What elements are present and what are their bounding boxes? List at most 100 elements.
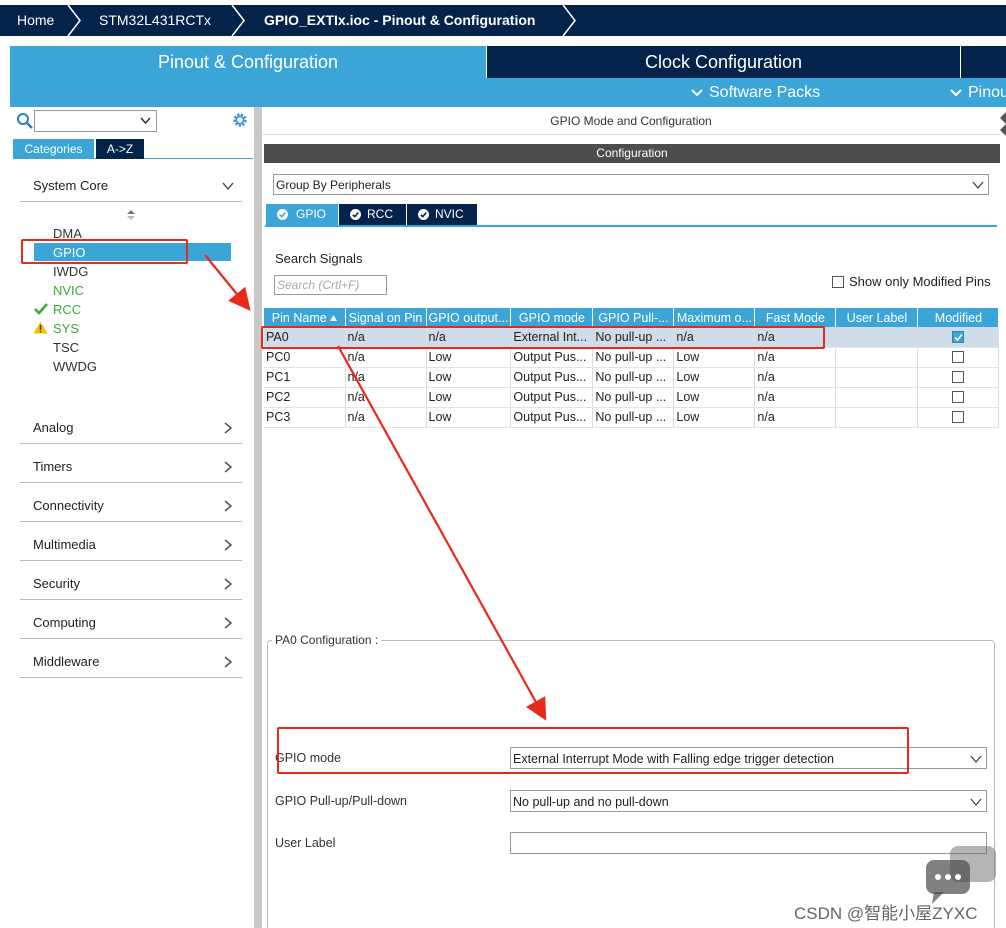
cell-pin: PC2 <box>264 387 346 408</box>
cubemx-window: Home STM32L431RCTx GPIO_EXTIx.ioc - Pino… <box>0 0 1006 928</box>
sort-asc-icon <box>329 314 337 321</box>
cell-mode: Output Pus... <box>510 407 594 428</box>
table-row[interactable]: PC2 n/a Low Output Pus... No pull-up ...… <box>264 387 1000 408</box>
section-multimedia[interactable]: Multimedia <box>20 531 242 561</box>
table-row[interactable]: PC1 n/a Low Output Pus... No pull-up ...… <box>264 367 1000 388</box>
cell-label <box>835 387 919 408</box>
user-label-input[interactable] <box>510 832 987 854</box>
item-tsc[interactable]: TSC <box>53 340 79 355</box>
tab-project-manager[interactable] <box>960 46 1006 78</box>
chevron-right-icon <box>224 461 233 473</box>
modified-checkbox[interactable] <box>952 371 965 383</box>
tab-clock-configuration[interactable]: Clock Configuration <box>486 46 960 78</box>
section-connectivity[interactable]: Connectivity <box>20 492 242 522</box>
col-gpio-mode[interactable]: GPIO mode <box>510 308 594 327</box>
search-icon <box>17 113 33 129</box>
section-middleware[interactable]: Middleware <box>20 648 242 678</box>
table-row[interactable]: PC3 n/a Low Output Pus... No pull-up ...… <box>264 407 1000 428</box>
pinout-menu[interactable]: Pinout <box>950 78 1006 107</box>
tab-rcc-label: RCC <box>367 207 393 221</box>
highlight-gpio-box <box>21 239 188 264</box>
col-pin-name-label: Pin Name <box>271 310 327 325</box>
cell-label <box>835 407 919 428</box>
cell-modified <box>917 407 1000 428</box>
pin-config-legend: PA0 Configuration : <box>272 633 382 647</box>
tab-rcc[interactable]: RCC <box>339 204 406 225</box>
configuration-bar: Configuration <box>264 144 1000 163</box>
mode-config-title: GPIO Mode and Configuration <box>550 114 712 128</box>
section-middleware-label: Middleware <box>33 654 100 669</box>
cell-fast: n/a <box>754 387 837 408</box>
cell-output: Low <box>426 347 512 368</box>
cell-mode: Output Pus... <box>510 347 594 368</box>
chevron-right-icon <box>224 578 233 590</box>
modified-checkbox[interactable] <box>952 351 965 363</box>
section-system-core-label: System Core <box>33 178 109 193</box>
col-maximum-output[interactable]: Maximum o... <box>673 308 756 327</box>
col-user-label[interactable]: User Label <box>835 308 919 327</box>
cell-pull: No pull-up ... <box>592 387 675 408</box>
cell-modified <box>917 387 1000 408</box>
modified-checkbox[interactable] <box>952 411 965 423</box>
col-gpio-pull[interactable]: GPIO Pull-... <box>592 308 675 327</box>
section-security[interactable]: Security <box>20 570 242 600</box>
group-by-select[interactable]: Group By Peripherals <box>273 174 989 195</box>
sort-icon[interactable] <box>126 209 136 221</box>
gear-icon[interactable] <box>231 111 249 129</box>
cell-pull: No pull-up ... <box>592 367 675 388</box>
section-timers[interactable]: Timers <box>20 453 242 483</box>
breadcrumb-home[interactable]: Home <box>17 5 54 36</box>
item-iwdg[interactable]: IWDG <box>53 264 88 279</box>
cell-max: Low <box>673 387 756 408</box>
chevron-down-icon <box>970 798 982 807</box>
cell-mode: Output Pus... <box>510 367 594 388</box>
col-gpio-output[interactable]: GPIO output... <box>426 308 512 327</box>
table-header-row: Pin Name Signal on Pin GPIO output... GP… <box>264 308 1000 327</box>
tab-pinout-configuration[interactable]: Pinout & Configuration <box>10 46 486 78</box>
col-pin-name[interactable]: Pin Name <box>264 308 346 327</box>
item-rcc[interactable]: RCC <box>53 302 81 317</box>
cell-signal: n/a <box>345 367 427 388</box>
section-computing[interactable]: Computing <box>20 609 242 639</box>
tab-nvic[interactable]: NVIC <box>407 204 477 225</box>
panel-collapse-icon[interactable] <box>999 110 1006 136</box>
section-system-core[interactable]: System Core <box>20 172 242 202</box>
col-modified[interactable]: Modified <box>917 308 1000 327</box>
section-analog[interactable]: Analog <box>20 414 242 444</box>
chevron-right-icon <box>224 500 233 512</box>
modified-checkbox[interactable] <box>952 391 965 403</box>
gpio-pull-select[interactable]: No pull-up and no pull-down <box>510 790 987 812</box>
tab-a-to-z[interactable]: A->Z <box>96 139 144 159</box>
section-timers-label: Timers <box>33 459 73 474</box>
chevron-right-icon <box>224 617 233 629</box>
table-row[interactable]: PC0 n/a Low Output Pus... No pull-up ...… <box>264 347 1000 368</box>
search-signals-input[interactable]: Search (Crtl+F) <box>274 275 387 295</box>
modified-checkbox[interactable] <box>952 330 965 343</box>
search-combo[interactable] <box>34 110 157 132</box>
breadcrumb-file[interactable]: GPIO_EXTIx.ioc - Pinout & Configuration <box>264 5 535 36</box>
tab-categories[interactable]: Categories <box>13 139 94 159</box>
cell-modified <box>917 367 1000 388</box>
cell-signal: n/a <box>345 407 427 428</box>
item-sys[interactable]: SYS <box>53 321 79 336</box>
group-by-value: Group By Peripherals <box>276 178 391 192</box>
item-nvic[interactable]: NVIC <box>53 283 84 298</box>
col-signal-on-pin[interactable]: Signal on Pin <box>345 308 427 327</box>
show-modified-checkbox[interactable] <box>832 276 844 288</box>
search-signals-label: Search Signals <box>275 251 363 266</box>
show-modified-label: Show only Modified Pins <box>849 274 991 289</box>
check-circle-icon <box>277 209 288 220</box>
cell-label <box>835 347 919 368</box>
cell-output: Low <box>426 407 512 428</box>
cell-pull: No pull-up ... <box>592 347 675 368</box>
breadcrumb-device[interactable]: STM32L431RCTx <box>99 5 211 36</box>
mode-config-header: GPIO Mode and Configuration <box>262 107 1000 135</box>
panel-splitter[interactable] <box>254 107 262 928</box>
col-fast-mode[interactable]: Fast Mode <box>754 308 837 327</box>
software-packs-menu[interactable]: Software Packs <box>691 78 820 107</box>
tab-gpio[interactable]: GPIO <box>266 204 338 225</box>
cell-signal: n/a <box>345 387 427 408</box>
show-modified-pins-toggle[interactable]: Show only Modified Pins <box>832 274 991 289</box>
check-circle-icon <box>350 209 361 220</box>
item-wwdg[interactable]: WWDG <box>53 359 97 374</box>
